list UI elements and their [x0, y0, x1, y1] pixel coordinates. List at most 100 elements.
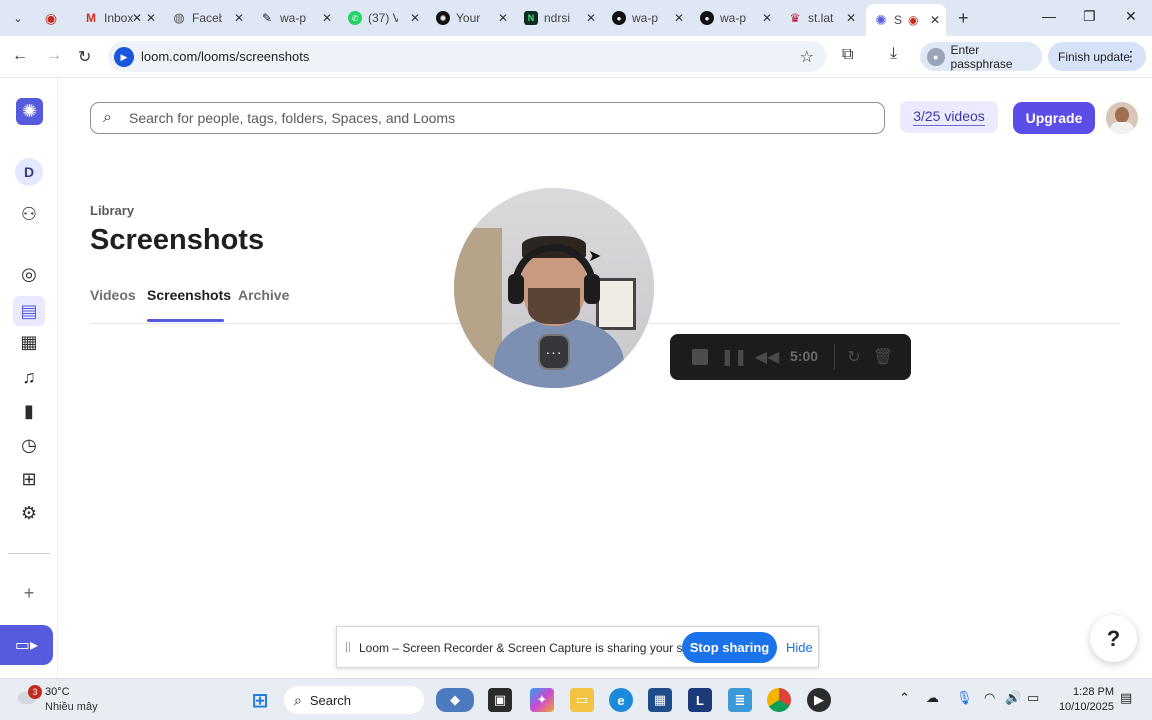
forward-icon[interactable]: → — [46, 47, 62, 65]
file-explorer-icon[interactable]: ▭ — [570, 688, 594, 712]
tab-close-icon[interactable]: ✕ — [586, 11, 596, 25]
delete-trash-icon[interactable]: 🗑 — [872, 346, 894, 368]
breadcrumb[interactable]: Library — [90, 203, 134, 218]
finish-update-button[interactable]: Finish update ⋮ — [1048, 42, 1146, 71]
tab-close-icon[interactable]: ✕ — [674, 11, 684, 25]
user-avatar[interactable] — [1106, 102, 1138, 134]
tab-close-icon[interactable]: ✕ — [846, 11, 856, 25]
stop-sharing-button[interactable]: Stop sharing — [682, 632, 777, 663]
invite-user-icon[interactable]: ⚇ — [17, 202, 41, 226]
browser-tab-2[interactable]: M Inbox ✕ — [84, 4, 156, 32]
copilot-icon[interactable]: ✦ — [530, 688, 554, 712]
active-tab-indicator — [147, 319, 224, 322]
browser-tab-loom-active[interactable]: ✺ S ◉ ✕ — [866, 4, 946, 36]
bookmark-star-icon[interactable]: ☆ — [800, 47, 814, 67]
workspace-avatar[interactable]: D — [15, 158, 43, 186]
history-clock-icon[interactable]: ◷ — [17, 433, 41, 457]
new-tab-icon[interactable]: + — [958, 8, 969, 29]
browser-tab-3[interactable]: ◍ Faceb ✕ — [172, 4, 244, 32]
volume-icon[interactable]: 🔊 — [1005, 690, 1021, 706]
browser-tab-8[interactable]: ● wa-p ✕ — [612, 4, 684, 32]
video-quota-badge[interactable]: 3/25 videos — [900, 101, 998, 133]
url-text[interactable]: loom.com/looms/screenshots — [141, 49, 309, 64]
camera-options-button[interactable]: ··· — [538, 334, 570, 370]
passphrase-label: Enter passphrase — [950, 42, 1013, 71]
address-bar[interactable]: ▶ loom.com/looms/screenshots ☆ — [108, 41, 826, 72]
microsoft-store-icon[interactable]: ▦ — [648, 688, 672, 712]
drag-handle-icon[interactable]: || — [345, 641, 351, 653]
tab-close-icon[interactable]: ✕ — [498, 11, 508, 25]
taskbar-search[interactable]: ⌕ Search — [284, 686, 424, 714]
browser-tab-6[interactable]: ✺ Your ✕ — [436, 4, 508, 32]
system-clock[interactable]: 1:28 PM 10/10/2025 — [1056, 685, 1114, 715]
edge-browser-icon[interactable]: e — [609, 688, 633, 712]
tab-videos[interactable]: Videos — [90, 287, 136, 303]
chrome-icon[interactable] — [767, 688, 791, 712]
loom-logo-icon[interactable]: ✺ — [16, 98, 43, 125]
wa-icon: ✎ — [261, 11, 273, 25]
search-input[interactable] — [129, 108, 869, 128]
more-menu-icon[interactable]: ⋮ — [1124, 48, 1138, 65]
browser-tab-4[interactable]: ✎ wa-p ✕ — [260, 4, 332, 32]
download-icon[interactable]: ⤓ — [890, 45, 897, 63]
upgrade-button[interactable]: Upgrade — [1013, 102, 1095, 134]
notifications-bell-icon[interactable]: ♫ — [17, 365, 41, 389]
taskbar-search-label: Search — [309, 692, 352, 708]
task-view-icon[interactable]: ▣ — [488, 688, 512, 712]
notepad-icon[interactable]: ≣ — [728, 688, 752, 712]
tab-close-icon[interactable]: ✕ — [146, 11, 156, 25]
rewind-icon[interactable]: ◀◀ — [755, 346, 780, 368]
calendar-icon[interactable]: ▦ — [17, 330, 41, 354]
stop-square-icon — [692, 349, 708, 365]
search-icon: ⌕ — [294, 691, 302, 708]
windows-start-icon[interactable]: ⊞ — [248, 688, 272, 712]
tab-close-icon[interactable]: ✕ — [410, 11, 420, 25]
show-hidden-icons-chevron-icon[interactable]: ⌃ — [899, 690, 910, 706]
pause-icon[interactable]: ❚❚ — [721, 346, 748, 368]
browser-tab-10[interactable]: ♛ st.lat ✕ — [788, 4, 856, 32]
reload-icon[interactable]: ↻ — [78, 47, 91, 67]
gift-icon[interactable]: ⊞ — [17, 467, 41, 491]
restore-icon[interactable]: ❐ — [1083, 8, 1096, 25]
back-icon[interactable]: ← — [12, 47, 28, 65]
restart-icon[interactable]: ↻ — [843, 346, 865, 368]
tab-search-dropdown-icon[interactable]: ⌄ — [8, 9, 28, 27]
hide-button[interactable]: Hide — [786, 640, 813, 655]
loom-site-icon[interactable]: ▶ — [114, 47, 134, 67]
l-app-icon[interactable]: L — [688, 688, 712, 712]
browser-tab-7[interactable]: N ndrsi ✕ — [524, 4, 596, 32]
search-bar[interactable]: ⌕ — [90, 102, 885, 134]
widget-game-icon[interactable]: ◆ — [436, 688, 474, 712]
browser-toolbar: ← → ↻ ▶ loom.com/looms/screenshots ☆ ⧉ ⤓… — [0, 36, 1152, 78]
settings-gear-icon[interactable]: ⚙ — [17, 501, 41, 525]
bookmark-icon[interactable]: ▮ — [17, 399, 41, 423]
tab-close-icon[interactable]: ✕ — [930, 13, 940, 27]
extensions-icon[interactable]: ⧉ — [842, 46, 853, 64]
library-icon[interactable]: ▤ — [13, 296, 45, 326]
search-icon: ⌕ — [103, 109, 112, 126]
onedrive-cloud-icon[interactable]: ☁ — [926, 690, 939, 706]
camera-icon: ▭▸ — [14, 637, 39, 654]
record-video-button[interactable]: ▭▸ — [0, 625, 53, 665]
minimize-icon[interactable]: — — [1042, 8, 1056, 24]
add-plus-icon[interactable]: + — [17, 581, 41, 605]
tab-close-icon[interactable]: ✕ — [762, 11, 772, 25]
notification-center-icon[interactable]: ▤ — [1120, 690, 1132, 706]
tab-archive[interactable]: Archive — [238, 287, 289, 303]
tab-screenshots[interactable]: Screenshots — [147, 287, 231, 303]
battery-icon[interactable]: ▭ — [1027, 690, 1039, 706]
enter-passphrase-button[interactable]: ● Enter passphrase — [920, 42, 1042, 71]
browser-tab-5[interactable]: ✆ (37) V ✕ — [348, 4, 420, 32]
close-window-icon[interactable]: ✕ — [1125, 8, 1137, 25]
loom-icon: ✺ — [875, 11, 887, 28]
tab-close-icon[interactable]: ✕ — [322, 11, 332, 25]
browser-tab-9[interactable]: ● wa-p ✕ — [700, 4, 772, 32]
microphone-icon[interactable]: 🎙 — [956, 690, 973, 706]
help-button[interactable]: ? — [1090, 615, 1137, 662]
tab-close-icon[interactable]: ✕ — [234, 11, 244, 25]
profile-icon[interactable]: ◎ — [17, 262, 41, 286]
stop-recording-button[interactable] — [689, 346, 711, 368]
wifi-icon[interactable]: ◠ — [984, 690, 995, 706]
n-icon: N — [524, 11, 538, 25]
media-player-icon[interactable]: ▶ — [807, 688, 831, 712]
